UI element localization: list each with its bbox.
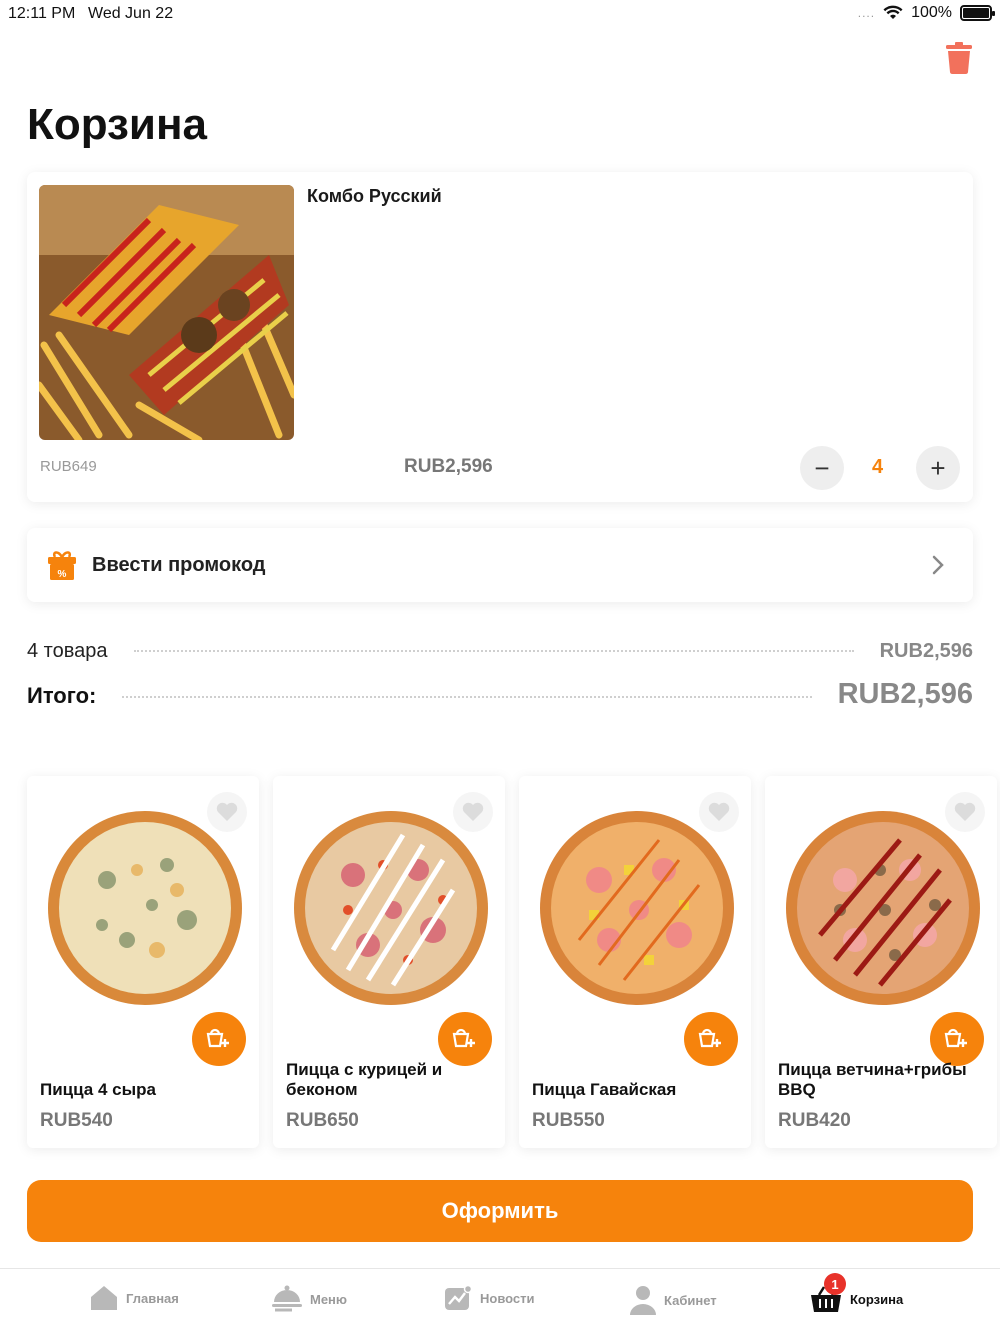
news-chart-icon [445, 1285, 472, 1310]
pizza-image [540, 811, 734, 1005]
decrease-quantity-button[interactable]: − [800, 446, 844, 490]
pizza-image [294, 811, 488, 1005]
signal-dots: .... [857, 6, 876, 20]
heart-icon [708, 802, 730, 821]
battery-icon [960, 5, 995, 21]
favorite-button[interactable] [945, 792, 985, 832]
total-label: Итого: [27, 683, 97, 708]
heart-icon [954, 802, 976, 821]
menu-cloche-icon [272, 1285, 302, 1312]
total-value: RUB2,596 [837, 678, 973, 710]
dotted-leader [133, 650, 854, 652]
tab-label: Кабинет [664, 1292, 717, 1308]
items-count-row: 4 товара RUB2,596 [27, 640, 973, 663]
tab-home[interactable]: Главная [90, 1285, 179, 1311]
product-price: RUB420 [778, 1110, 851, 1131]
add-to-cart-button[interactable] [930, 1012, 984, 1066]
product-price: RUB550 [532, 1110, 605, 1131]
tab-bar: Главная Меню Новости Кабинет 1 Корзина [0, 1268, 1000, 1334]
page-title: Корзина [27, 100, 207, 149]
tab-cart[interactable]: 1 Корзина [810, 1273, 904, 1313]
wifi-icon [883, 5, 903, 19]
favorite-button[interactable] [699, 792, 739, 832]
add-cart-icon [452, 1028, 475, 1048]
chevron-right-icon [932, 555, 944, 575]
tab-label: Главная [126, 1290, 179, 1306]
heart-icon [462, 802, 484, 821]
add-cart-icon [944, 1028, 967, 1048]
tab-menu[interactable]: Меню [272, 1285, 347, 1313]
cart-badge: 1 [824, 1273, 846, 1295]
favorite-button[interactable] [453, 792, 493, 832]
status-bar: 12:11 PM Wed Jun 22 .... 100% [0, 0, 1000, 28]
add-cart-icon [206, 1028, 229, 1048]
home-icon [91, 1286, 117, 1310]
items-count-label: 4 товара [27, 640, 108, 662]
quantity-value: 4 [872, 456, 884, 478]
svg-text:%: % [58, 569, 67, 580]
battery-percent: 100% [911, 4, 952, 21]
dotted-leader [122, 696, 812, 698]
items-subtotal: RUB2,596 [879, 640, 973, 662]
cart-item-total-price: RUB2,596 [404, 456, 493, 477]
product-name: Пицца 4 сыра [40, 1080, 156, 1099]
product-name: Пицца ветчина+грибы BBQ [778, 1060, 967, 1099]
increase-quantity-button[interactable]: + [916, 446, 960, 490]
favorite-button[interactable] [207, 792, 247, 832]
tab-news[interactable]: Новости [444, 1285, 535, 1311]
pizza-image [786, 811, 980, 1005]
heart-icon [216, 802, 238, 821]
cart-item-image [39, 185, 294, 440]
pizza-image [48, 811, 242, 1005]
checkout-button[interactable]: Оформить [27, 1180, 973, 1242]
product-price: RUB540 [40, 1110, 113, 1131]
product-card[interactable]: Пицца 4 сыра RUB540 [27, 776, 259, 1148]
product-price: RUB650 [286, 1110, 359, 1131]
total-row: Итого: RUB2,596 [27, 678, 973, 711]
cart-item-unit-price: RUB649 [40, 458, 97, 475]
status-date: Wed Jun 22 [88, 5, 174, 22]
status-right: .... 100% [857, 4, 995, 22]
product-name: Пицца с курицей и беконом [286, 1060, 443, 1099]
add-cart-icon [698, 1028, 721, 1048]
cart-item-name[interactable]: Комбо Русский [307, 186, 442, 207]
product-name: Пицца Гавайская [532, 1080, 677, 1099]
gift-percent-icon: % [48, 551, 76, 580]
status-time: 12:11 PM [8, 5, 76, 22]
tab-label: Новости [480, 1290, 535, 1306]
trash-icon[interactable] [946, 42, 972, 74]
add-to-cart-button[interactable] [192, 1012, 246, 1066]
product-card[interactable]: Пицца Гавайская RUB550 [519, 776, 751, 1148]
add-to-cart-button[interactable] [684, 1012, 738, 1066]
basket-icon-wrap: 1 [810, 1273, 846, 1313]
product-card[interactable]: Пицца с курицей и беконом RUB650 [273, 776, 505, 1148]
tab-account[interactable]: Кабинет [630, 1285, 717, 1315]
promo-code-row[interactable]: % Ввести промокод [27, 528, 973, 602]
promo-code-label: Ввести промокод [92, 554, 266, 576]
user-icon [630, 1286, 656, 1315]
cart-item-card: Комбо Русский RUB649 RUB2,596 − 4 + [27, 172, 973, 502]
tab-label: Меню [310, 1291, 348, 1307]
add-to-cart-button[interactable] [438, 1012, 492, 1066]
product-card[interactable]: Пицца ветчина+грибы BBQ RUB420 [765, 776, 997, 1148]
tab-label: Корзина [850, 1291, 904, 1307]
